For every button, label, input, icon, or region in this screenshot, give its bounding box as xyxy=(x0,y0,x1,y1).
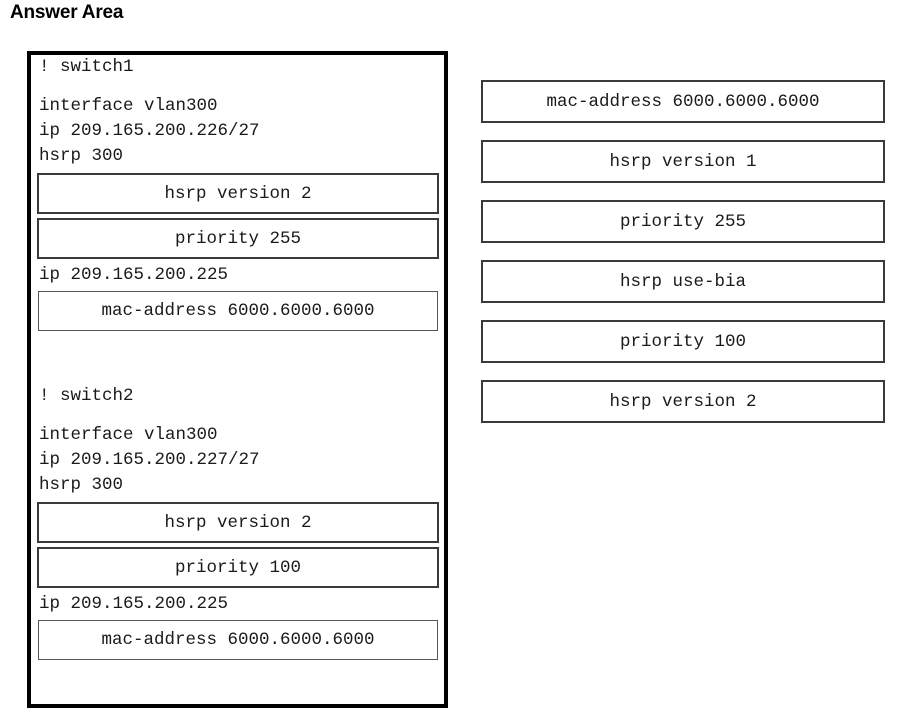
ip-address-line: ip 209.165.200.226/27 xyxy=(39,121,260,141)
option-tile-label: mac-address 6000.6000.6000 xyxy=(546,91,820,112)
option-tile-hsrp-version-1[interactable]: hsrp version 1 xyxy=(481,140,885,183)
interface-line: interface vlan300 xyxy=(39,96,218,116)
option-bank: mac-address 6000.6000.6000 hsrp version … xyxy=(481,80,885,440)
virtual-ip-line: ip 209.165.200.225 xyxy=(39,265,229,285)
option-tile-label: priority 100 xyxy=(619,331,747,352)
drop-slot-label: priority 100 xyxy=(174,557,302,578)
option-tile-hsrp-version-2[interactable]: hsrp version 2 xyxy=(481,380,885,423)
drop-slot-label: mac-address 6000.6000.6000 xyxy=(101,301,375,321)
ip-address-line: ip 209.165.200.227/27 xyxy=(39,450,260,470)
drop-slot-priority-switch1[interactable]: priority 255 xyxy=(37,218,439,259)
hsrp-group-line: hsrp 300 xyxy=(39,146,124,166)
drop-slot-label: mac-address 6000.6000.6000 xyxy=(101,630,375,650)
option-tile-label: priority 255 xyxy=(619,211,747,232)
option-tile-priority-100[interactable]: priority 100 xyxy=(481,320,885,363)
config-block-switch2: ! switch2 interface vlan300 ip 209.165.2… xyxy=(31,384,444,663)
answer-area-container: ! switch1 interface vlan300 ip 209.165.2… xyxy=(27,51,448,708)
drop-slot-hsrp-version-switch2[interactable]: hsrp version 2 xyxy=(37,502,439,543)
config-block-switch1: ! switch1 interface vlan300 ip 209.165.2… xyxy=(31,55,444,334)
drop-slot-label: hsrp version 2 xyxy=(164,512,312,533)
drop-slot-label: hsrp version 2 xyxy=(164,183,312,204)
drop-slot-label: priority 255 xyxy=(174,228,302,249)
switch-comment-line: ! switch1 xyxy=(39,57,134,77)
option-tile-priority-255[interactable]: priority 255 xyxy=(481,200,885,243)
option-tile-label: hsrp version 1 xyxy=(609,151,757,172)
drop-slot-mac-address-switch2[interactable]: mac-address 6000.6000.6000 xyxy=(38,620,438,660)
switch-comment-line: ! switch2 xyxy=(39,386,134,406)
option-tile-label: hsrp version 2 xyxy=(609,391,757,412)
virtual-ip-line: ip 209.165.200.225 xyxy=(39,594,229,614)
page-title: Answer Area xyxy=(10,2,124,23)
option-tile-label: hsrp use-bia xyxy=(619,271,747,292)
interface-line: interface vlan300 xyxy=(39,425,218,445)
drop-slot-hsrp-version-switch1[interactable]: hsrp version 2 xyxy=(37,173,439,214)
option-tile-mac-address[interactable]: mac-address 6000.6000.6000 xyxy=(481,80,885,123)
option-tile-hsrp-use-bia[interactable]: hsrp use-bia xyxy=(481,260,885,303)
drop-slot-priority-switch2[interactable]: priority 100 xyxy=(37,547,439,588)
hsrp-group-line: hsrp 300 xyxy=(39,475,124,495)
drop-slot-mac-address-switch1[interactable]: mac-address 6000.6000.6000 xyxy=(38,291,438,331)
